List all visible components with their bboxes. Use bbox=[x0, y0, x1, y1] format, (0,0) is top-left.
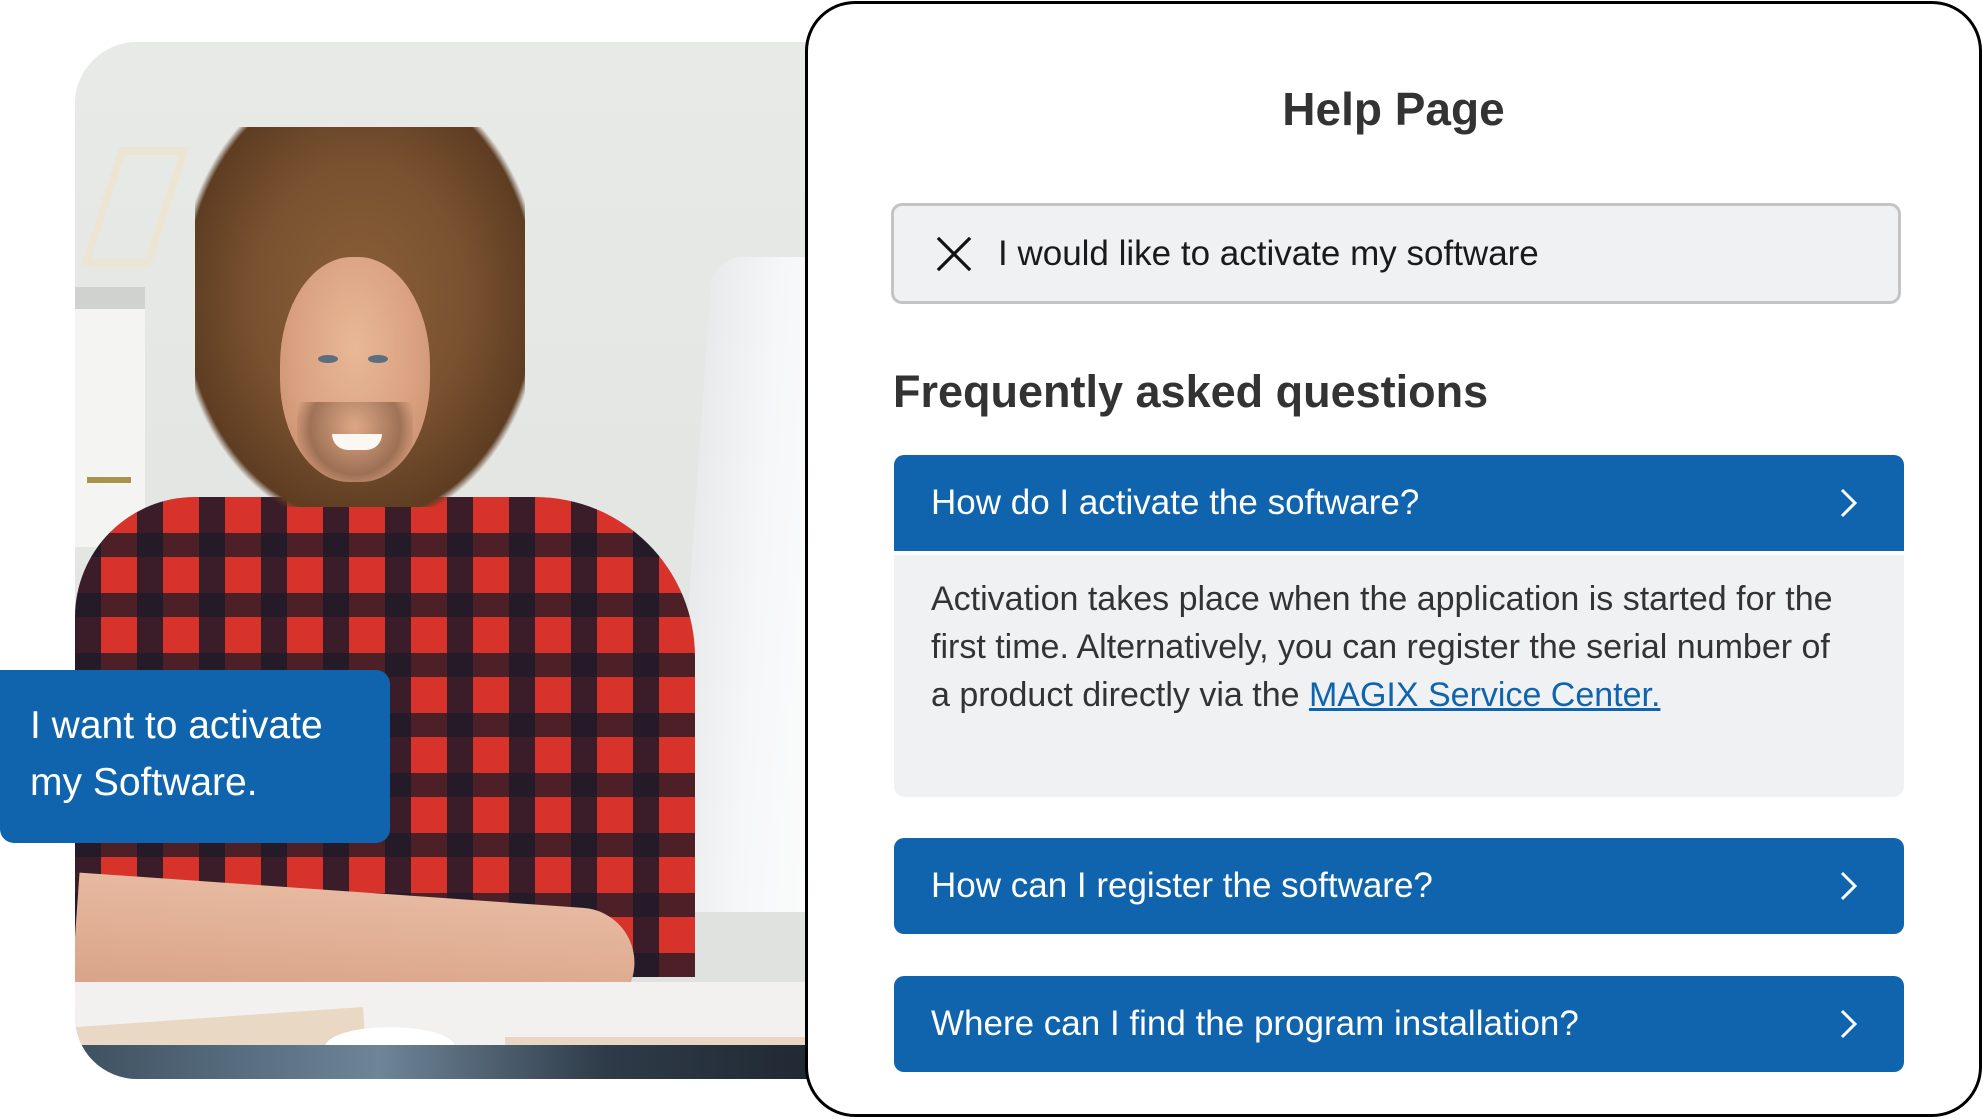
photo-eye-left bbox=[318, 355, 338, 363]
speech-bubble-line-2: my Software. bbox=[30, 761, 258, 804]
faq-heading: Frequently asked questions bbox=[893, 366, 1489, 417]
chevron-right-icon bbox=[1840, 488, 1858, 518]
faq-item-installation[interactable]: Where can I find the program installatio… bbox=[894, 976, 1904, 1072]
photo-jeans bbox=[75, 1045, 835, 1079]
chevron-right-icon bbox=[1840, 1009, 1858, 1039]
faq-question: How can I register the software? bbox=[931, 866, 1433, 905]
faq-question: How do I activate the software? bbox=[931, 483, 1420, 522]
speech-bubble-line-1: I want to activate bbox=[30, 704, 323, 747]
hero-photo bbox=[75, 42, 835, 1079]
faq-answer-activate: Activation takes place when the applicat… bbox=[894, 555, 1904, 797]
faq-item-register[interactable]: How can I register the software? bbox=[894, 838, 1904, 934]
page-title: Help Page bbox=[1282, 83, 1505, 135]
faq-item-activate[interactable]: How do I activate the software? bbox=[894, 455, 1904, 551]
search-input[interactable] bbox=[998, 233, 1878, 274]
search-bar bbox=[891, 203, 1901, 304]
photo-eye-right bbox=[368, 355, 388, 363]
photo-shelf-handle bbox=[87, 477, 131, 483]
magix-service-center-link[interactable]: MAGIX Service Center. bbox=[1309, 676, 1660, 714]
close-icon[interactable] bbox=[936, 236, 972, 272]
faq-question: Where can I find the program installatio… bbox=[931, 1004, 1579, 1043]
chevron-right-icon bbox=[1840, 871, 1858, 901]
photo-shelf bbox=[75, 287, 145, 547]
help-page-panel: Help Page Frequently asked questions How… bbox=[805, 1, 1982, 1117]
user-speech-bubble: I want to activate my Software. bbox=[0, 670, 390, 843]
